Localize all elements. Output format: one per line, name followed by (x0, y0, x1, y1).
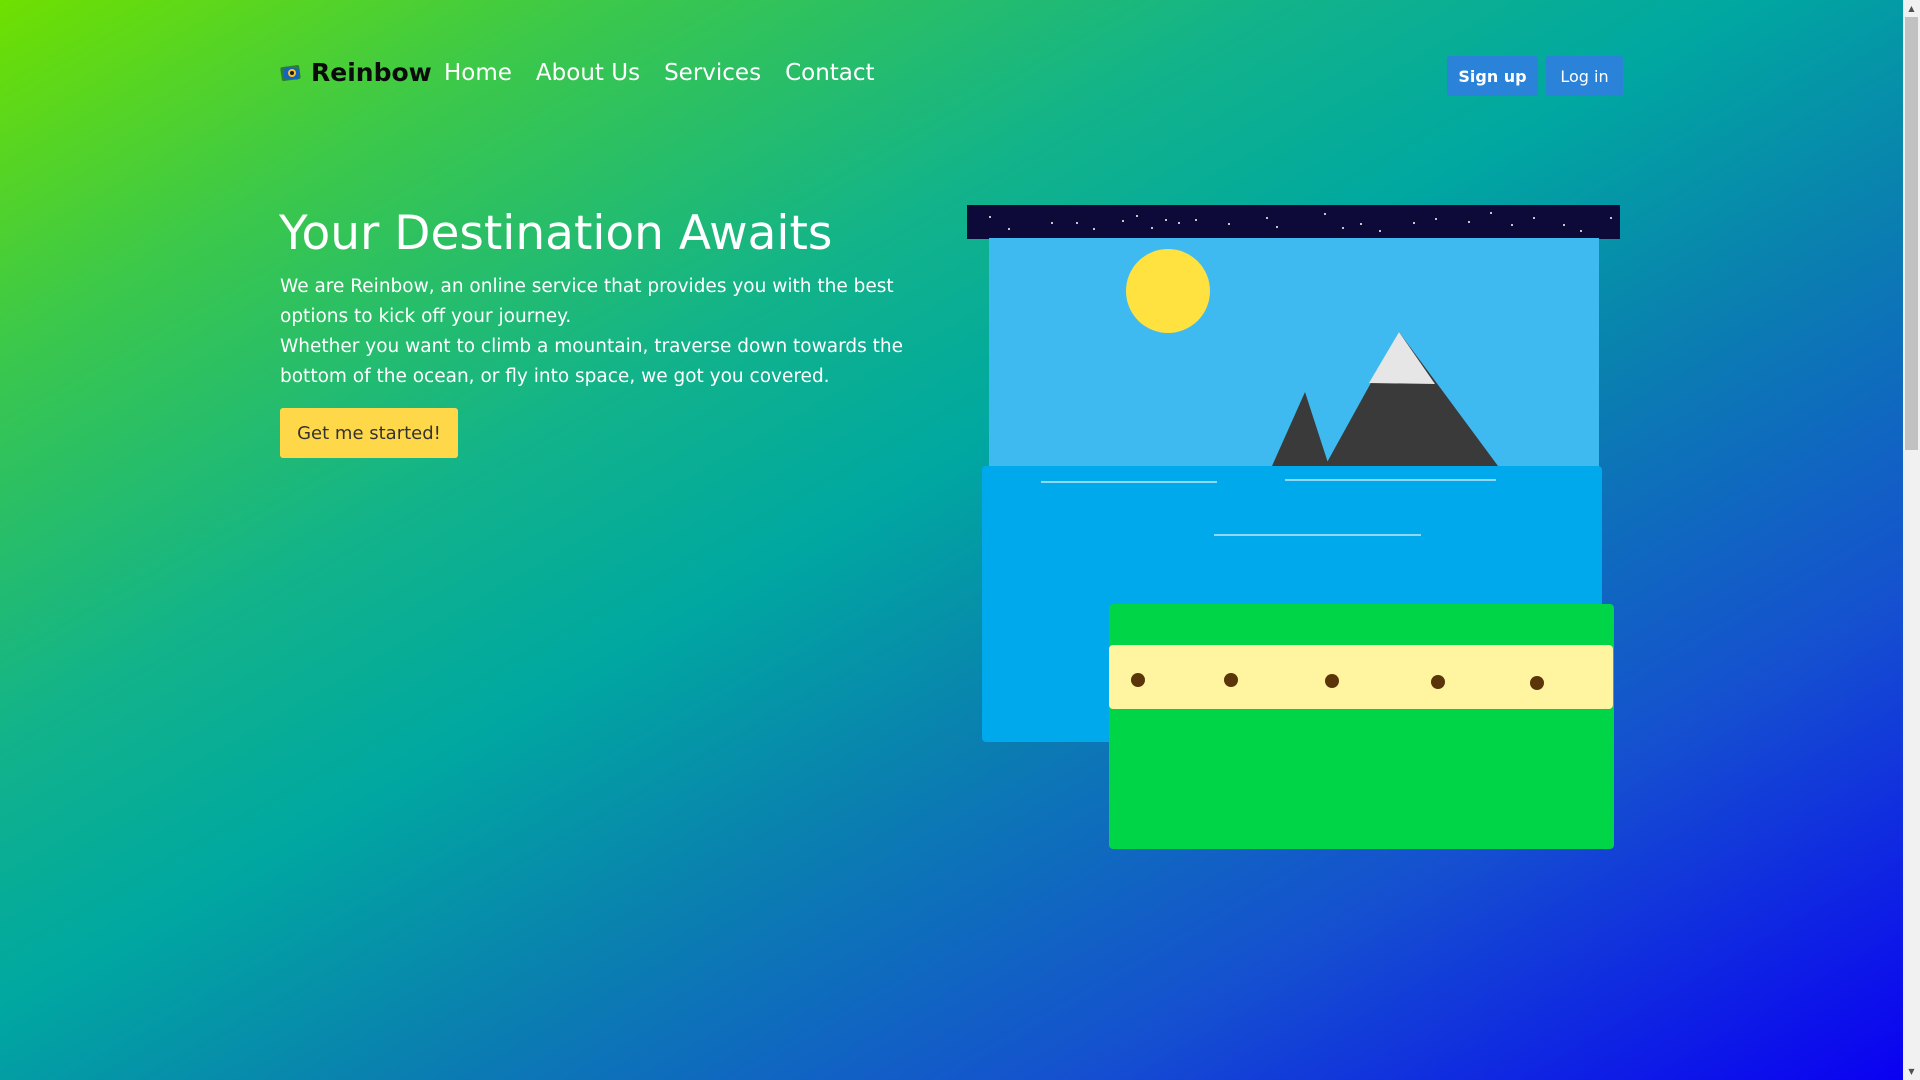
nav-link-services[interactable]: Services (664, 60, 761, 86)
sun (1126, 249, 1210, 333)
space-strip (967, 205, 1620, 239)
nav-link-about-us[interactable]: About Us (536, 60, 640, 86)
nav-link-home[interactable]: Home (444, 60, 512, 86)
vertical-scrollbar[interactable]: ▲ ▼ (1903, 0, 1920, 1080)
scrollbar-thumb[interactable] (1905, 17, 1918, 450)
scroll-down-arrow-icon[interactable]: ▼ (1903, 1063, 1920, 1080)
hero-paragraph-2: Whether you want to climb a mountain, tr… (280, 336, 903, 387)
scroll-up-arrow-icon[interactable]: ▲ (1903, 0, 1920, 17)
get-started-button[interactable]: Get me started! (280, 408, 458, 458)
hero-description: We are Reinbow, an online service that p… (280, 272, 940, 392)
main-nav: Home About Us Services Contact (444, 60, 899, 86)
signup-button[interactable]: Sign up (1447, 56, 1538, 96)
nav-link-contact[interactable]: Contact (785, 60, 874, 86)
hero-title: Your Destination Awaits (279, 206, 833, 261)
login-button[interactable]: Log in (1546, 56, 1623, 96)
brand-logo-link[interactable]: Reinbow (280, 58, 432, 87)
landscape-illustration (967, 205, 1620, 849)
grass (1109, 604, 1614, 849)
hero-paragraph-1: We are Reinbow, an online service that p… (280, 276, 894, 327)
page-background: Reinbow Home About Us Services Contact S… (0, 0, 1903, 1080)
rainbow-logo-icon (280, 64, 301, 81)
brand-name: Reinbow (311, 58, 432, 87)
